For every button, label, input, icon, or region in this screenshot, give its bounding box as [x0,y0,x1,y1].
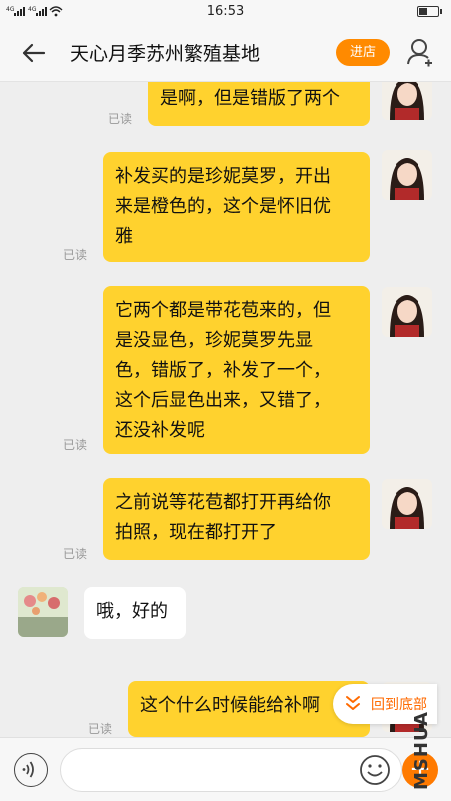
message-bubble[interactable]: 补发买的是珍妮莫罗，开出 来是橙色的，这个是怀旧优 雅 [103,152,370,262]
user-icon[interactable] [405,36,435,68]
message-text: 雅 [115,226,133,247]
message-bubble[interactable]: 是啊，但是错版了两个 [148,82,370,126]
message-text: 哦，好的 [96,601,168,622]
avatar[interactable] [382,479,432,529]
read-receipt: 已读 [63,438,88,452]
chat-title: 天心月季苏州繁殖基地 [70,43,261,65]
message-text: 还没补发呢 [115,420,205,441]
message-text: 它两个都是带花苞来的，但 [115,300,331,321]
message-text: 是没显色，珍妮莫罗先显 [115,330,313,351]
clock: 16:53 [206,4,245,19]
read-receipt: 已读 [108,112,133,126]
emoji-icon[interactable] [358,753,392,787]
read-receipt: 已读 [63,248,88,262]
message-bubble[interactable]: 哦，好的 [84,587,186,639]
voice-icon[interactable] [14,753,48,787]
battery-icon [417,6,442,17]
input-bar: + [0,737,451,801]
avatar[interactable] [382,82,432,120]
message-text: 补发买的是珍妮莫罗，开出 [115,166,331,187]
chevron-double-down-icon [345,694,361,712]
back-arrow-icon[interactable] [18,38,48,68]
message-input[interactable] [60,748,402,792]
message-bubble[interactable]: 它两个都是带花苞来的，但 是没显色，珍妮莫罗先显 色，错版了，补发了一个， 这个… [103,286,370,454]
read-receipt: 已读 [88,722,113,736]
message-text: 是啊，但是错版了两个 [160,88,340,109]
message-text: 这个什么时候能给补啊 [140,695,320,716]
message-text: 拍照，现在都打开了 [115,522,277,543]
enter-shop-button[interactable]: 进店 [336,39,390,66]
message-text: 之前说等花苞都打开再给你 [115,492,331,513]
message-text: 这个后显色出来，又错了， [115,390,331,411]
avatar[interactable] [382,150,432,200]
chat-header: 天心月季苏州繁殖基地 进店 [0,24,451,82]
message-list[interactable]: 是啊，但是错版了两个 已读 补发买的是珍妮莫罗，开出 来是橙色的，这个是怀旧优 … [0,82,451,737]
read-receipt: 已读 [63,547,88,561]
status-bar: 4G 4G 16:53 [0,0,451,24]
avatar[interactable] [18,587,68,637]
message-text: 色，错版了，补发了一个， [115,360,331,381]
message-text: 来是橙色的，这个是怀旧优 [115,196,331,217]
avatar[interactable] [382,287,432,337]
watermark: MSHUA [411,711,432,790]
message-bubble[interactable]: 之前说等花苞都打开再给你 拍照，现在都打开了 [103,478,370,560]
